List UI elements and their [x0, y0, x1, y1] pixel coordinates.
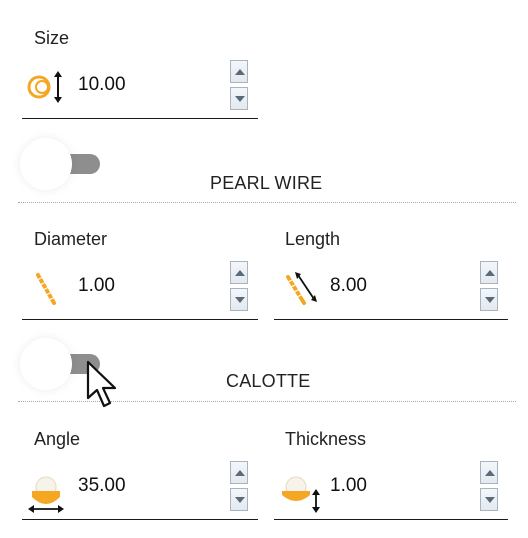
angle-field[interactable]: 35.00: [22, 459, 258, 520]
angle-value[interactable]: 35.00: [78, 475, 126, 497]
toggle-knob: [20, 338, 72, 390]
mouse-cursor-icon: [86, 360, 117, 408]
thickness-label: Thickness: [285, 429, 367, 449]
diameter-label: Diameter: [34, 229, 108, 249]
size-label: Size: [34, 28, 70, 48]
length-label: Length: [285, 229, 341, 249]
length-increment-button[interactable]: [480, 261, 498, 284]
calotte-angle-icon: [24, 469, 64, 513]
diameter-increment-button[interactable]: [230, 261, 248, 284]
size-field[interactable]: 10.00: [22, 58, 258, 119]
thickness-decrement-button[interactable]: [480, 488, 498, 511]
angle-spinner[interactable]: [230, 461, 250, 513]
length-spinner[interactable]: [480, 261, 500, 313]
toggle-knob: [20, 138, 72, 190]
pearl-wire-divider: [18, 202, 516, 203]
calotte-title: CALOTTE: [226, 371, 311, 391]
wire-length-icon: [276, 269, 317, 305]
wire-diameter-icon: [24, 269, 60, 305]
length-field[interactable]: 8.00: [274, 259, 508, 320]
thickness-field[interactable]: 1.00: [274, 459, 508, 520]
size-spinner[interactable]: [230, 60, 250, 112]
pearl-wire-title: PEARL WIRE: [210, 173, 323, 193]
angle-label: Angle: [34, 429, 81, 449]
size-increment-button[interactable]: [230, 60, 248, 83]
angle-decrement-button[interactable]: [230, 488, 248, 511]
length-value[interactable]: 8.00: [330, 275, 367, 297]
diameter-decrement-button[interactable]: [230, 288, 248, 311]
diameter-field[interactable]: 1.00: [22, 259, 258, 320]
thickness-value[interactable]: 1.00: [330, 475, 367, 497]
pearl-wire-toggle[interactable]: [20, 138, 100, 190]
thickness-increment-button[interactable]: [480, 461, 498, 484]
thickness-spinner[interactable]: [480, 461, 500, 513]
diameter-spinner[interactable]: [230, 261, 250, 313]
diameter-value[interactable]: 1.00: [78, 275, 115, 297]
size-decrement-button[interactable]: [230, 87, 248, 110]
calotte-thickness-icon: [276, 469, 320, 513]
size-value[interactable]: 10.00: [78, 74, 126, 96]
angle-increment-button[interactable]: [230, 461, 248, 484]
length-decrement-button[interactable]: [480, 288, 498, 311]
ring-size-icon: [24, 68, 62, 104]
